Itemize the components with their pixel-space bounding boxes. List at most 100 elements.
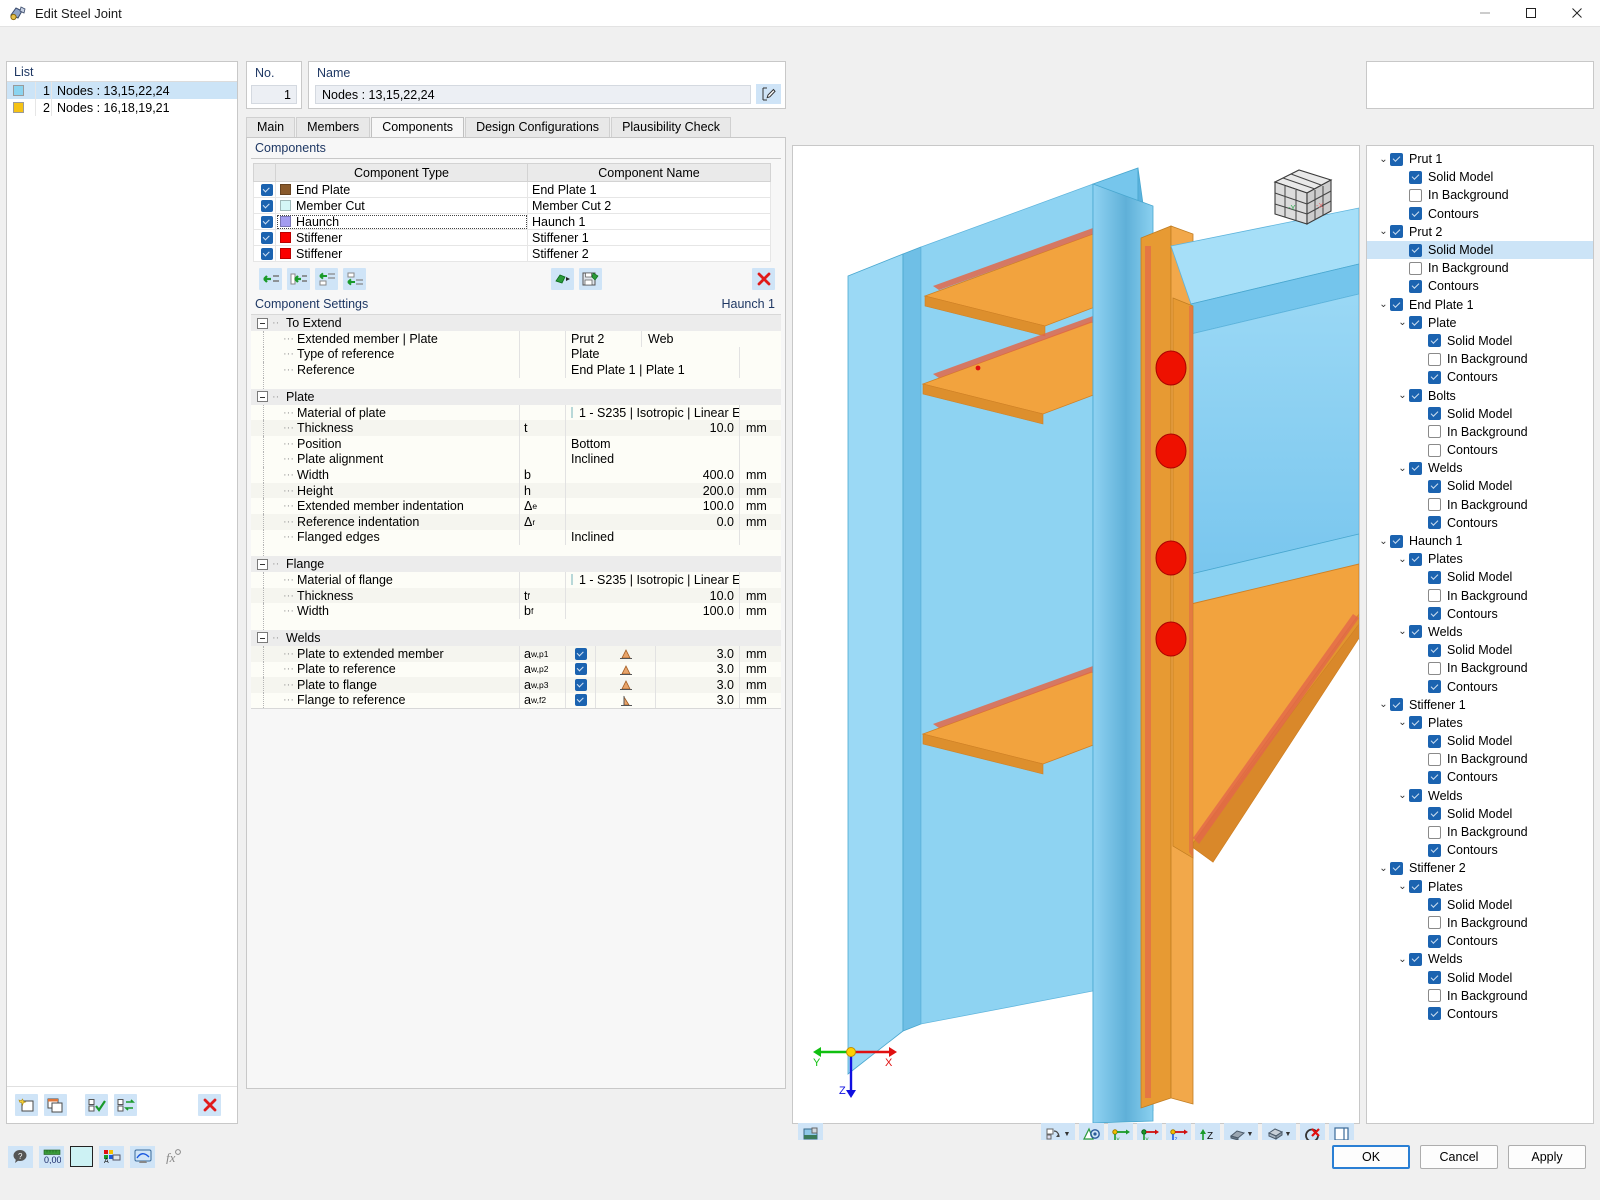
component-name-cell[interactable]: End Plate 1 bbox=[528, 182, 771, 198]
units-button[interactable]: 0,00 bbox=[39, 1146, 64, 1168]
tree-item-solid-model[interactable]: Solid Model bbox=[1367, 732, 1593, 750]
table-row[interactable]: Member CutMember Cut 2 bbox=[254, 198, 771, 214]
property-value[interactable]: 10.0 bbox=[565, 420, 739, 436]
property-value[interactable]: End Plate 1 | Plate 1 bbox=[565, 362, 739, 378]
tree-item-welds[interactable]: ⌄Welds bbox=[1367, 459, 1593, 477]
component-type-cell[interactable]: End Plate bbox=[276, 182, 528, 198]
tree-item-in-background[interactable]: In Background bbox=[1367, 987, 1593, 1005]
tree-visibility-checkbox[interactable] bbox=[1390, 298, 1403, 311]
property-value[interactable]: 1 - S235 | Isotropic | Linear Elastic bbox=[565, 572, 739, 588]
tree-item-solid-model[interactable]: Solid Model bbox=[1367, 405, 1593, 423]
collapse-icon[interactable] bbox=[257, 632, 268, 643]
tree-visibility-checkbox[interactable] bbox=[1390, 153, 1403, 166]
tree-visibility-checkbox[interactable] bbox=[1428, 498, 1441, 511]
tree-item-plates[interactable]: ⌄Plates bbox=[1367, 550, 1593, 568]
tree-item-contours[interactable]: Contours bbox=[1367, 605, 1593, 623]
tree-visibility-checkbox[interactable] bbox=[1409, 280, 1422, 293]
chevron-down-icon[interactable]: ▼ bbox=[1064, 1131, 1071, 1138]
tree-item-solid-model[interactable]: Solid Model bbox=[1367, 332, 1593, 350]
tree-visibility-checkbox[interactable] bbox=[1428, 771, 1441, 784]
settings-section-header[interactable]: ··Plate bbox=[251, 389, 781, 405]
settings-row[interactable]: ···Plate to flangeaw,p33.0mm bbox=[251, 677, 781, 693]
move-up-button[interactable] bbox=[315, 268, 338, 290]
chevron-down-icon[interactable]: ⌄ bbox=[1396, 463, 1409, 474]
minimize-button[interactable] bbox=[1462, 0, 1508, 27]
tree-item-in-background[interactable]: In Background bbox=[1367, 259, 1593, 277]
property-value[interactable]: 100.0 bbox=[565, 498, 739, 514]
tab-bar[interactable]: MainMembersComponentsDesign Configuratio… bbox=[246, 117, 786, 137]
property-value[interactable]: 3.0 bbox=[655, 693, 739, 709]
tree-visibility-checkbox[interactable] bbox=[1428, 735, 1441, 748]
edit-name-icon[interactable] bbox=[756, 84, 781, 104]
tree-item-end-plate-1[interactable]: ⌄End Plate 1 bbox=[1367, 296, 1593, 314]
tree-item-contours[interactable]: Contours bbox=[1367, 1005, 1593, 1023]
tree-visibility-checkbox[interactable] bbox=[1428, 807, 1441, 820]
tree-item-contours[interactable]: Contours bbox=[1367, 841, 1593, 859]
tree-item-plates[interactable]: ⌄Plates bbox=[1367, 714, 1593, 732]
component-type-cell[interactable]: Haunch bbox=[276, 214, 528, 230]
component-enabled-checkbox[interactable] bbox=[254, 214, 276, 230]
tree-item-in-background[interactable]: In Background bbox=[1367, 186, 1593, 204]
chevron-down-icon[interactable]: ⌄ bbox=[1377, 154, 1390, 165]
formula-button[interactable]: fx bbox=[161, 1146, 186, 1168]
tree-visibility-checkbox[interactable] bbox=[1409, 389, 1422, 402]
settings-section-header[interactable]: ··To Extend bbox=[251, 315, 781, 331]
weld-type-icon[interactable] bbox=[595, 693, 655, 709]
tree-item-solid-model[interactable]: Solid Model bbox=[1367, 477, 1593, 495]
chevron-down-icon[interactable]: ⌄ bbox=[1377, 699, 1390, 710]
tree-visibility-checkbox[interactable] bbox=[1409, 953, 1422, 966]
chevron-down-icon[interactable]: ⌄ bbox=[1377, 226, 1390, 237]
property-value[interactable]: 1 - S235 | Isotropic | Linear Elastic bbox=[565, 405, 739, 421]
settings-row[interactable]: ···Widthbf100.0mm bbox=[251, 603, 781, 619]
component-settings-grid[interactable]: ··To Extend···Extended member | PlatePru… bbox=[251, 314, 781, 709]
table-row[interactable]: StiffenerStiffener 1 bbox=[254, 230, 771, 246]
tree-item-welds[interactable]: ⌄Welds bbox=[1367, 787, 1593, 805]
display-tree-panel[interactable]: ⌄Prut 1Solid ModelIn BackgroundContours⌄… bbox=[1366, 145, 1594, 1124]
graphics-button[interactable] bbox=[130, 1146, 155, 1168]
weld-enabled-checkbox[interactable] bbox=[565, 646, 595, 662]
tree-visibility-checkbox[interactable] bbox=[1428, 935, 1441, 948]
tree-visibility-checkbox[interactable] bbox=[1428, 898, 1441, 911]
apply-button[interactable]: Apply bbox=[1508, 1145, 1586, 1169]
tree-visibility-checkbox[interactable] bbox=[1428, 444, 1441, 457]
settings-row[interactable]: ···PositionBottom bbox=[251, 436, 781, 452]
chevron-down-icon[interactable]: ⌄ bbox=[1396, 717, 1409, 728]
tree-visibility-checkbox[interactable] bbox=[1409, 625, 1422, 638]
tree-visibility-checkbox[interactable] bbox=[1409, 880, 1422, 893]
tree-item-haunch-1[interactable]: ⌄Haunch 1 bbox=[1367, 532, 1593, 550]
settings-row[interactable]: ···Heighth200.0mm bbox=[251, 483, 781, 499]
settings-section-header[interactable]: ··Flange bbox=[251, 556, 781, 572]
property-value[interactable]: Inclined bbox=[565, 530, 739, 546]
tree-item-prut-2[interactable]: ⌄Prut 2 bbox=[1367, 223, 1593, 241]
settings-section-header[interactable]: ··Welds bbox=[251, 630, 781, 646]
chevron-down-icon[interactable]: ⌄ bbox=[1377, 536, 1390, 547]
property-value[interactable]: 0.0 bbox=[565, 514, 739, 530]
help-button[interactable]: ? bbox=[8, 1146, 33, 1168]
chevron-down-icon[interactable]: ⌄ bbox=[1377, 863, 1390, 874]
insert-component-button[interactable] bbox=[287, 268, 310, 290]
chevron-down-icon[interactable]: ⌄ bbox=[1396, 554, 1409, 565]
tree-item-stiffener-1[interactable]: ⌄Stiffener 1 bbox=[1367, 696, 1593, 714]
tree-visibility-checkbox[interactable] bbox=[1428, 371, 1441, 384]
tree-visibility-checkbox[interactable] bbox=[1428, 662, 1441, 675]
tree-item-plates[interactable]: ⌄Plates bbox=[1367, 878, 1593, 896]
component-type-cell[interactable]: Member Cut bbox=[276, 198, 528, 214]
tree-item-solid-model[interactable]: Solid Model bbox=[1367, 241, 1593, 259]
no-input[interactable]: 1 bbox=[251, 85, 297, 104]
chevron-down-icon[interactable]: ⌄ bbox=[1396, 954, 1409, 965]
property-value[interactable]: Prut 2 bbox=[565, 331, 641, 347]
tree-visibility-checkbox[interactable] bbox=[1428, 334, 1441, 347]
chevron-down-icon[interactable]: ▼ bbox=[1247, 1131, 1254, 1138]
tree-item-solid-model[interactable]: Solid Model bbox=[1367, 568, 1593, 586]
table-row[interactable]: HaunchHaunch 1 bbox=[254, 214, 771, 230]
tree-item-welds[interactable]: ⌄Welds bbox=[1367, 950, 1593, 968]
settings-row[interactable]: ···Flanged edgesInclined bbox=[251, 530, 781, 546]
settings-row[interactable]: ···Plate to extended memberaw,p13.0mm bbox=[251, 646, 781, 662]
weld-type-icon[interactable] bbox=[595, 677, 655, 693]
tree-item-in-background[interactable]: In Background bbox=[1367, 659, 1593, 677]
move-down-button[interactable] bbox=[343, 268, 366, 290]
tree-item-solid-model[interactable]: Solid Model bbox=[1367, 896, 1593, 914]
tree-visibility-checkbox[interactable] bbox=[1428, 971, 1441, 984]
chevron-down-icon[interactable]: ⌄ bbox=[1396, 317, 1409, 328]
property-value[interactable]: Inclined bbox=[565, 452, 739, 468]
